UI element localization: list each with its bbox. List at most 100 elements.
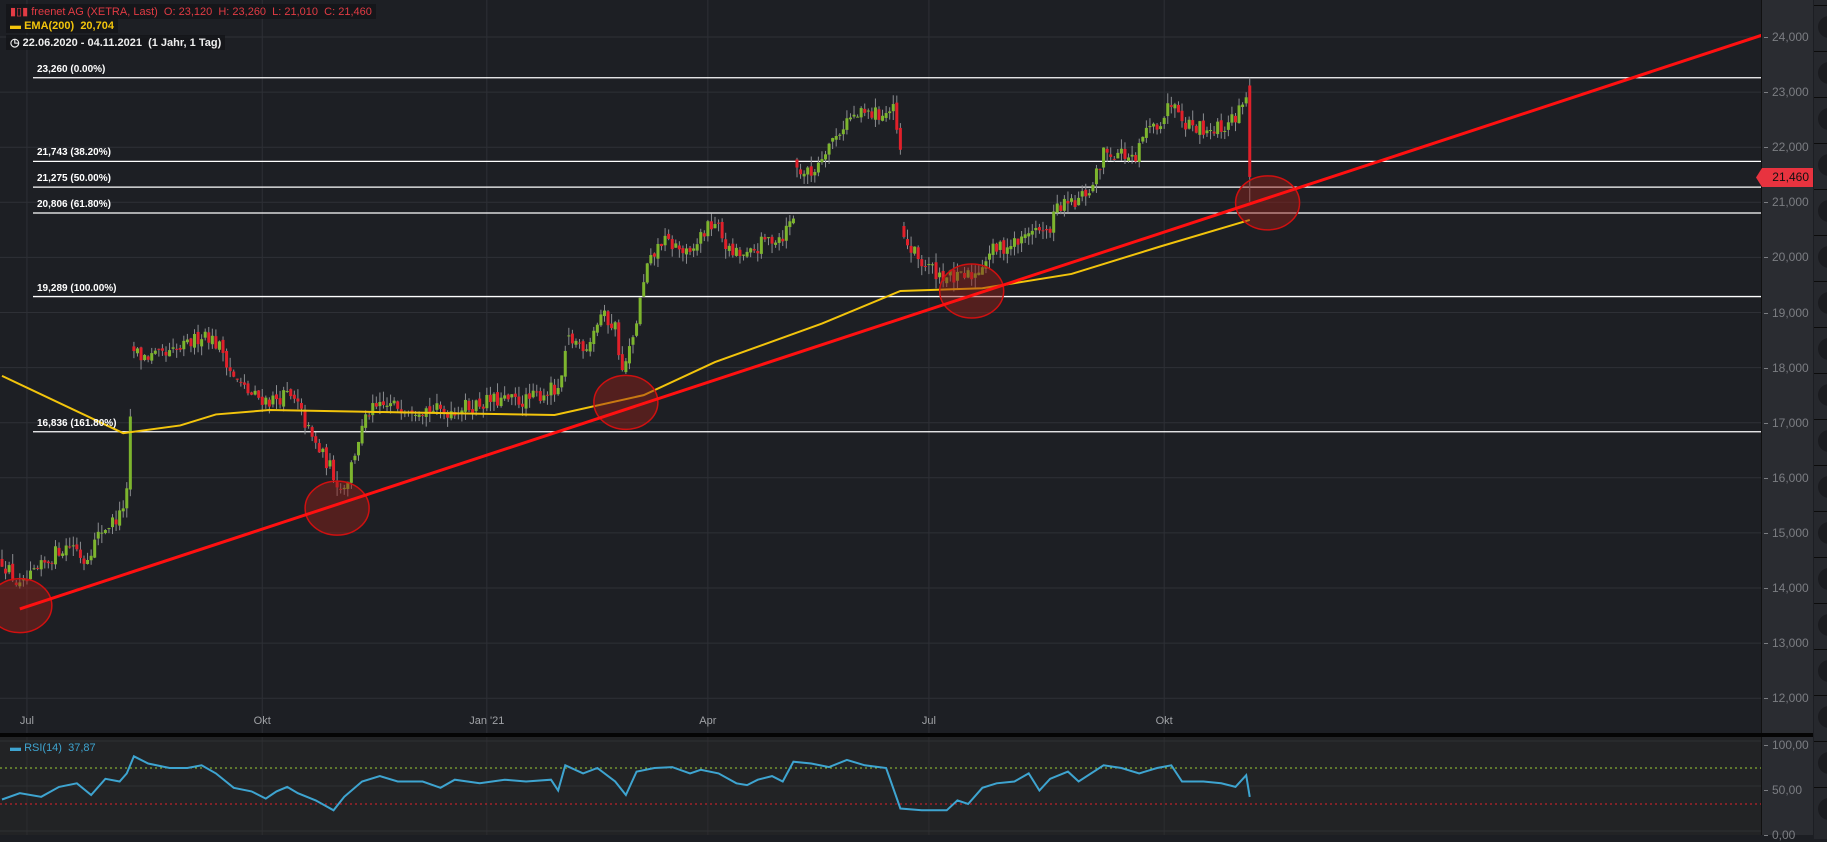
toolbar-button[interactable] bbox=[1814, 419, 1827, 465]
candle bbox=[1159, 122, 1163, 134]
toolbar-button[interactable] bbox=[1814, 143, 1827, 189]
candle-body bbox=[207, 332, 211, 343]
toolbar-button[interactable] bbox=[1814, 695, 1827, 741]
candle-body bbox=[720, 221, 724, 239]
candle-body bbox=[731, 243, 735, 256]
candle bbox=[848, 113, 852, 122]
candle-body bbox=[1151, 123, 1155, 127]
rsi-chart-svg[interactable] bbox=[0, 737, 1761, 835]
candle-body bbox=[560, 375, 564, 388]
candle bbox=[488, 386, 492, 412]
toolbar-button[interactable] bbox=[1814, 557, 1827, 603]
price-tick-label: 17,000 bbox=[1764, 415, 1809, 430]
candle bbox=[1209, 123, 1213, 140]
candle bbox=[314, 432, 318, 449]
toolbar-button[interactable] bbox=[1814, 327, 1827, 373]
candle-body bbox=[160, 348, 164, 351]
candle-body bbox=[118, 510, 122, 526]
candle-body bbox=[938, 272, 942, 278]
candle bbox=[121, 500, 125, 518]
candle bbox=[1155, 123, 1159, 135]
toolbar-button[interactable] bbox=[1814, 281, 1827, 327]
toolbar-button[interactable] bbox=[1814, 787, 1827, 833]
candle bbox=[692, 243, 696, 258]
candle-body bbox=[61, 553, 65, 556]
candle-body bbox=[474, 400, 478, 412]
candle-body bbox=[125, 488, 129, 509]
candle bbox=[988, 245, 992, 270]
candle bbox=[1087, 188, 1091, 198]
candle bbox=[549, 376, 553, 405]
candle-body bbox=[888, 111, 892, 114]
tool-icon bbox=[1818, 706, 1827, 728]
toolbar-button[interactable] bbox=[1814, 649, 1827, 695]
candle bbox=[695, 238, 699, 256]
candle bbox=[1151, 122, 1155, 134]
candle-body bbox=[635, 323, 639, 336]
candle bbox=[1194, 124, 1198, 134]
candle-body bbox=[774, 242, 778, 245]
price-tick-label: 14,000 bbox=[1764, 581, 1809, 595]
candle bbox=[328, 453, 332, 469]
candle-body bbox=[998, 241, 1002, 250]
candle bbox=[745, 247, 749, 259]
ema-legend[interactable]: ▬ EMA(200) 20,704 bbox=[6, 19, 118, 33]
toolbar-button[interactable] bbox=[1814, 373, 1827, 419]
candle bbox=[1137, 138, 1141, 168]
candle-body bbox=[285, 391, 289, 393]
candle bbox=[96, 522, 100, 546]
candle-body bbox=[1119, 148, 1123, 154]
candle-body bbox=[29, 570, 33, 580]
toolbar-button[interactable] bbox=[1814, 51, 1827, 97]
candle-body bbox=[328, 460, 332, 467]
candle bbox=[200, 334, 204, 356]
candle-body bbox=[667, 233, 671, 239]
toolbar-button[interactable] bbox=[1814, 465, 1827, 511]
candle bbox=[724, 232, 728, 259]
date-range-legend[interactable]: ◷ 22.06.2020 - 04.11.2021 (1 Jahr, 1 Tag… bbox=[6, 35, 226, 50]
toolbar-button[interactable] bbox=[1814, 97, 1827, 143]
toolbar-button[interactable] bbox=[1814, 189, 1827, 235]
candle-body bbox=[923, 266, 927, 268]
rsi-label: RSI(14) bbox=[24, 742, 62, 754]
candle bbox=[638, 297, 642, 326]
toolbar-button[interactable] bbox=[1814, 511, 1827, 557]
instrument-legend[interactable]: ▮▯▮ freenet AG (XETRA, Last) O: 23,120 H… bbox=[6, 4, 376, 19]
candle bbox=[296, 389, 300, 410]
candle bbox=[902, 221, 906, 239]
candle bbox=[877, 106, 881, 125]
toolbar-button[interactable] bbox=[1814, 603, 1827, 649]
candle-body bbox=[96, 531, 100, 539]
candle-body bbox=[349, 462, 353, 483]
price-chart-panel[interactable]: 23,260 (0.00%) 21,743 (38.20%) 21,275 (50.… bbox=[0, 0, 1761, 733]
price-chart-svg[interactable] bbox=[0, 0, 1761, 733]
price-axis[interactable]: 24,000 23,000 22,000 21,000 20,000 19,000 18,0… bbox=[1761, 0, 1813, 733]
candle-body bbox=[638, 297, 642, 325]
candle bbox=[168, 342, 172, 357]
candle bbox=[578, 338, 582, 349]
candle bbox=[43, 556, 47, 569]
candle-body bbox=[164, 351, 168, 356]
price-tick-label: 15,000 bbox=[1764, 525, 1809, 540]
candle bbox=[756, 243, 760, 262]
rsi-axis[interactable]: 100,00 50,00 0,00 bbox=[1761, 737, 1813, 842]
candle bbox=[406, 410, 410, 417]
time-tick-label: Apr bbox=[699, 715, 717, 727]
candle-body bbox=[193, 333, 197, 348]
toolbar-button[interactable] bbox=[1814, 741, 1827, 787]
candle bbox=[1102, 147, 1106, 175]
candle bbox=[225, 348, 229, 376]
candle-body bbox=[642, 282, 646, 297]
tool-icon bbox=[1818, 752, 1827, 774]
toolbar-button[interactable] bbox=[1814, 5, 1827, 51]
candle-body bbox=[684, 248, 688, 255]
rsi-panel[interactable]: ▬ RSI(14) 37,87 bbox=[0, 737, 1761, 835]
candle-body bbox=[913, 246, 917, 254]
rsi-legend[interactable]: ▬ RSI(14) 37,87 bbox=[6, 741, 100, 755]
candle bbox=[463, 393, 467, 420]
candle-body bbox=[927, 264, 931, 266]
candle-body bbox=[242, 382, 246, 385]
toolbar-button[interactable] bbox=[1814, 235, 1827, 281]
candle-body bbox=[759, 236, 763, 254]
candle bbox=[506, 393, 510, 402]
